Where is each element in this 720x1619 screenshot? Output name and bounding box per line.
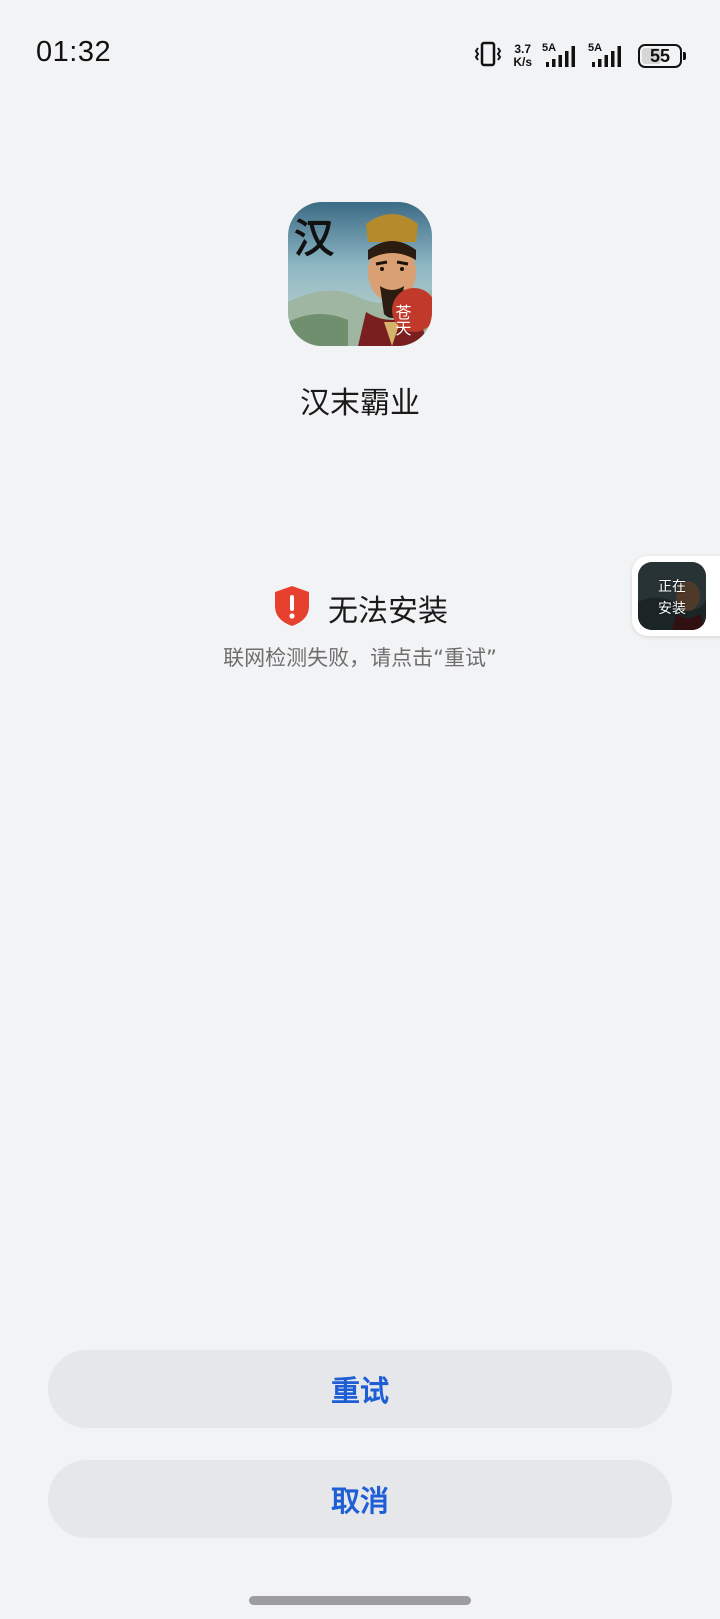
- status-time: 01:32: [36, 36, 112, 68]
- vibrate-icon: [473, 40, 503, 72]
- network-speed: 3.7 K/s: [513, 43, 532, 69]
- app-icon-calligraphy: 汉: [294, 215, 335, 262]
- app-icon: 汉 苍天: [288, 202, 432, 346]
- status-icons: 3.7 K/s 5A 5A 55: [473, 40, 686, 72]
- battery-level: 55: [649, 45, 671, 66]
- network-speed-unit: K/s: [513, 55, 532, 69]
- floating-install-bubble[interactable]: 正在 安装: [632, 556, 720, 636]
- signal-icon: 5A: [542, 42, 578, 70]
- floating-bubble-thumbnail: 正在 安装: [638, 562, 706, 630]
- app-name: 汉末霸业: [300, 386, 420, 421]
- shield-alert-icon: [272, 584, 312, 632]
- floating-bubble-label-line1: 正在: [658, 579, 686, 595]
- floating-bubble-label-line2: 安装: [658, 601, 686, 617]
- signal-icon-2: 5A: [588, 42, 624, 70]
- app-icon-badge-text: 苍天: [393, 304, 412, 336]
- status-bar: 01:32 3.7 K/s 5A 5A 55: [0, 0, 720, 100]
- cancel-button[interactable]: 取消: [48, 1460, 672, 1538]
- install-status-title: 无法安装: [328, 594, 448, 629]
- install-status-description: 联网检测失败，请点击“重试”: [223, 646, 497, 670]
- battery-icon: 55: [638, 44, 686, 68]
- floating-bubble-label: 正在 安装: [638, 576, 706, 620]
- retry-button[interactable]: 重试: [48, 1350, 672, 1428]
- install-status: 无法安装: [0, 584, 720, 632]
- home-indicator[interactable]: [249, 1596, 471, 1605]
